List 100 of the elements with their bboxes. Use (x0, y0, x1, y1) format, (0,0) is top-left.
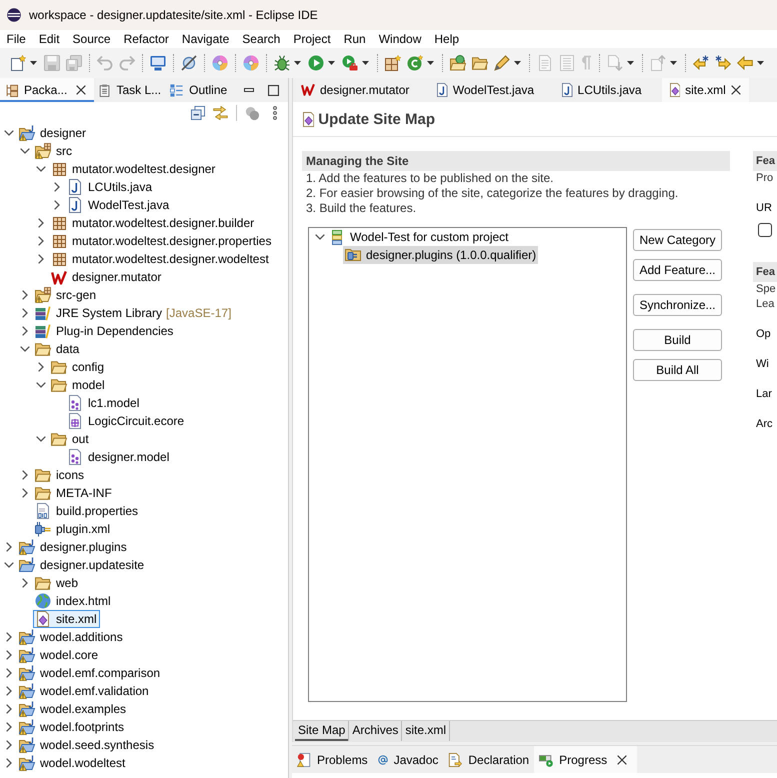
tree-item[interactable]: designer.plugins (1.0.0.qualifier) (343, 246, 538, 264)
menu-item[interactable]: Help (428, 30, 466, 48)
menu-item[interactable]: Run (337, 30, 372, 48)
tree-item[interactable]: mutator.wodeltest.designer (49, 160, 218, 178)
two-arrows-icon[interactable] (213, 106, 228, 120)
action-button[interactable]: Add Feature... (633, 259, 722, 281)
tree-item[interactable]: model (49, 376, 108, 394)
chevron-right-icon[interactable] (6, 722, 12, 732)
view-tab[interactable]: Problems (292, 746, 373, 773)
menu-item[interactable]: Window (372, 30, 428, 48)
chevron-right-icon[interactable] (22, 578, 28, 588)
chevron-right-icon[interactable] (22, 470, 28, 480)
view-tab[interactable]: Progress (534, 746, 638, 773)
chevron-right-icon[interactable] (6, 650, 12, 660)
collapse-all-icon[interactable] (191, 106, 205, 120)
chevron-right-icon[interactable] (6, 632, 12, 642)
tree-item[interactable]: JRE System Library [JavaSE-17] (33, 304, 234, 322)
chevron-right-icon[interactable] (38, 254, 44, 264)
tree-item[interactable]: designer.model (65, 448, 172, 466)
play-toolbox-icon[interactable] (342, 55, 358, 71)
editor-tab[interactable]: designer.mutator (293, 78, 430, 102)
tree-item[interactable]: mutator.wodeltest.designer.wodeltest (49, 250, 272, 268)
arrow-left-icon[interactable] (737, 56, 753, 70)
chevron-right-icon[interactable] (54, 200, 60, 210)
asterisk-arrow-left-icon[interactable] (693, 55, 709, 71)
chevron-down-icon[interactable] (36, 382, 46, 388)
chevron-right-icon[interactable] (22, 326, 28, 336)
tree-item[interactable]: META-INF (33, 484, 115, 502)
caret-icon[interactable] (362, 61, 369, 65)
action-button[interactable]: Build All (633, 359, 722, 381)
kebab-menu-icon[interactable] (273, 106, 277, 120)
chevron-down-icon[interactable] (20, 346, 30, 352)
menu-item[interactable]: Search (236, 30, 287, 48)
pen-icon[interactable] (494, 55, 510, 71)
chevron-down-icon[interactable] (4, 562, 14, 568)
tree-item[interactable]: src (33, 142, 75, 160)
tree-item[interactable]: site.xml (33, 610, 100, 628)
tree-item[interactable]: icons (33, 466, 88, 484)
tree-item[interactable]: Plug-in Dependencies (33, 322, 176, 340)
page-tab[interactable]: site.xml (402, 721, 450, 741)
chevron-down-icon[interactable] (36, 436, 46, 442)
menu-item[interactable]: Edit (32, 30, 66, 48)
tree-item[interactable]: build.properties (33, 502, 142, 520)
tree-item[interactable]: index.html (33, 592, 114, 610)
folder-sphere-icon[interactable] (450, 55, 466, 71)
caret-icon[interactable] (294, 61, 301, 65)
caret-icon[interactable] (427, 61, 434, 65)
menu-item[interactable]: Project (286, 30, 338, 48)
editor-tab[interactable]: LCUtils.java (554, 78, 662, 102)
tree-item[interactable]: plugin.xml (33, 520, 114, 538)
tree-item[interactable]: designer.updatesite (17, 556, 148, 574)
slashed-circle-icon[interactable] (181, 55, 197, 71)
view-tab[interactable]: Outline (165, 78, 232, 102)
close-icon[interactable] (730, 85, 741, 95)
tree-item[interactable]: data (33, 340, 82, 358)
action-button[interactable]: Synchronize... (633, 294, 722, 316)
chevron-right-icon[interactable] (6, 542, 12, 552)
chevron-right-icon[interactable] (22, 308, 28, 318)
chevron-down-icon[interactable] (36, 166, 46, 172)
tree-item[interactable]: designer.mutator (49, 268, 164, 286)
tree-item[interactable]: wodel.additions (17, 628, 126, 646)
caret-icon[interactable] (514, 61, 521, 65)
tree-item[interactable]: config (49, 358, 108, 376)
tree-item[interactable]: out (49, 430, 92, 448)
chevron-right-icon[interactable] (6, 704, 12, 714)
page-tab[interactable]: Site Map (295, 721, 350, 741)
chevron-right-icon[interactable] (6, 668, 12, 678)
menu-item[interactable]: Source (66, 30, 118, 48)
new-document-icon[interactable] (10, 55, 26, 71)
caret-icon[interactable] (30, 61, 37, 65)
bug-icon[interactable] (274, 55, 290, 71)
chevron-right-icon[interactable] (6, 686, 12, 696)
chevron-right-icon[interactable] (22, 488, 28, 498)
tree-item[interactable]: wodel.wodeltest (17, 754, 128, 772)
editor-tab[interactable]: WodelTest.java (429, 78, 554, 102)
chevron-right-icon[interactable] (54, 182, 60, 192)
action-button[interactable]: Build (633, 329, 722, 351)
chevron-down-icon[interactable] (20, 148, 30, 154)
tree-item[interactable]: src-gen (33, 286, 100, 304)
tree-item[interactable]: Wodel-Test for custom project (327, 228, 511, 246)
close-icon[interactable] (617, 754, 628, 764)
package-star-icon[interactable] (385, 55, 401, 71)
chevron-right-icon[interactable] (38, 218, 44, 228)
tree-item[interactable]: LogicCircuit.ecore (65, 412, 188, 430)
disc-icon[interactable] (212, 55, 228, 71)
circles-icon[interactable] (245, 106, 260, 120)
tree-item[interactable]: wodel.footprints (17, 718, 128, 736)
asterisk-arrow-right-icon[interactable] (715, 55, 731, 71)
tree-item[interactable]: web (33, 574, 82, 592)
disc-icon[interactable] (243, 55, 259, 71)
tree-item[interactable]: wodel.emf.comparison (17, 664, 164, 682)
caret-icon[interactable] (757, 61, 764, 65)
tree-item[interactable]: WodelTest.java (65, 196, 172, 214)
menu-item[interactable]: Navigate (175, 30, 236, 48)
monitor-icon[interactable] (150, 55, 166, 71)
menu-item[interactable]: File (0, 30, 32, 48)
view-tab[interactable]: Task L... (94, 78, 166, 102)
editor-tab[interactable]: site.xml (662, 78, 749, 102)
tree-item[interactable]: wodel.emf.validation (17, 682, 152, 700)
view-tab[interactable]: Packa... (0, 78, 94, 102)
